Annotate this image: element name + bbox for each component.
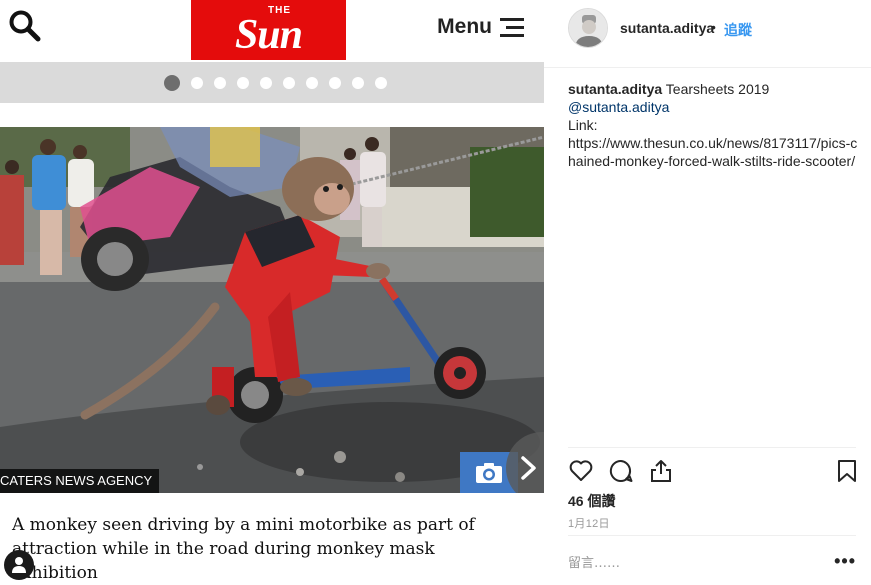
article-photo [0,127,544,493]
caption-link-url: https://www.thesun.co.uk/news/8173117/pi… [568,135,858,169]
follow-button[interactable]: 追蹤 [724,20,752,40]
carousel-dot[interactable] [259,76,272,89]
heart-icon[interactable] [568,458,594,484]
sun-header: THE Sun Menu [0,0,544,62]
bookmark-icon[interactable] [834,458,860,484]
menu-button[interactable]: Menu [437,15,524,39]
menu-label: Menu [437,15,492,38]
caption-owner[interactable]: sutanta.aditya [568,81,662,97]
chevron-right-icon [521,456,536,480]
carousel-dot[interactable] [163,74,180,91]
user-icon[interactable] [4,550,34,580]
carousel-dot[interactable] [213,76,226,89]
post-side-panel: sutanta.aditya • 追蹤 sutanta.aditya Tears… [544,0,871,585]
carousel-dot[interactable] [351,76,364,89]
header-username[interactable]: sutanta.aditya [620,20,714,36]
sun-logo[interactable]: THE Sun [191,0,346,60]
carousel-dot[interactable] [374,76,387,89]
caption-mention[interactable]: @sutanta.aditya [568,99,669,115]
carousel-dot[interactable] [305,76,318,89]
comment-input[interactable] [568,556,818,571]
carousel-dots [0,62,544,103]
action-bar [568,447,856,491]
share-icon[interactable] [648,458,674,484]
comment-bar: ••• [568,535,856,585]
carousel-dot[interactable] [236,76,249,89]
post-image: THE Sun Menu CATERS NEWS AGENCY A monkey… [0,0,544,585]
carousel-dot[interactable] [282,76,295,89]
photo-credit-tag: CATERS NEWS AGENCY [0,469,160,493]
article-caption-area: A monkey seen driving by a mini motorbik… [0,493,544,585]
more-icon[interactable]: ••• [834,552,856,570]
like-count[interactable]: 46 個讚 [568,491,615,511]
header-separator: • [711,19,716,35]
post-date[interactable]: 1月12日 [568,515,610,531]
spacer [0,103,544,127]
hamburger-icon [500,17,524,37]
post-caption: sutanta.aditya Tearsheets 2019 @sutanta.… [568,80,858,170]
carousel-dot[interactable] [328,76,341,89]
camera-icon [476,462,502,483]
caption-link-label: Link: [568,117,598,133]
post-header: sutanta.aditya • 追蹤 [544,0,871,68]
logo-name-text: Sun [234,12,303,58]
comment-icon[interactable] [608,458,634,484]
monkey-scooter-photo [0,127,544,493]
article-caption: A monkey seen driving by a mini motorbik… [12,515,475,583]
avatar[interactable] [568,8,608,48]
search-icon[interactable] [8,9,42,43]
caption-title: Tearsheets 2019 [665,81,770,97]
carousel-dot[interactable] [190,76,203,89]
